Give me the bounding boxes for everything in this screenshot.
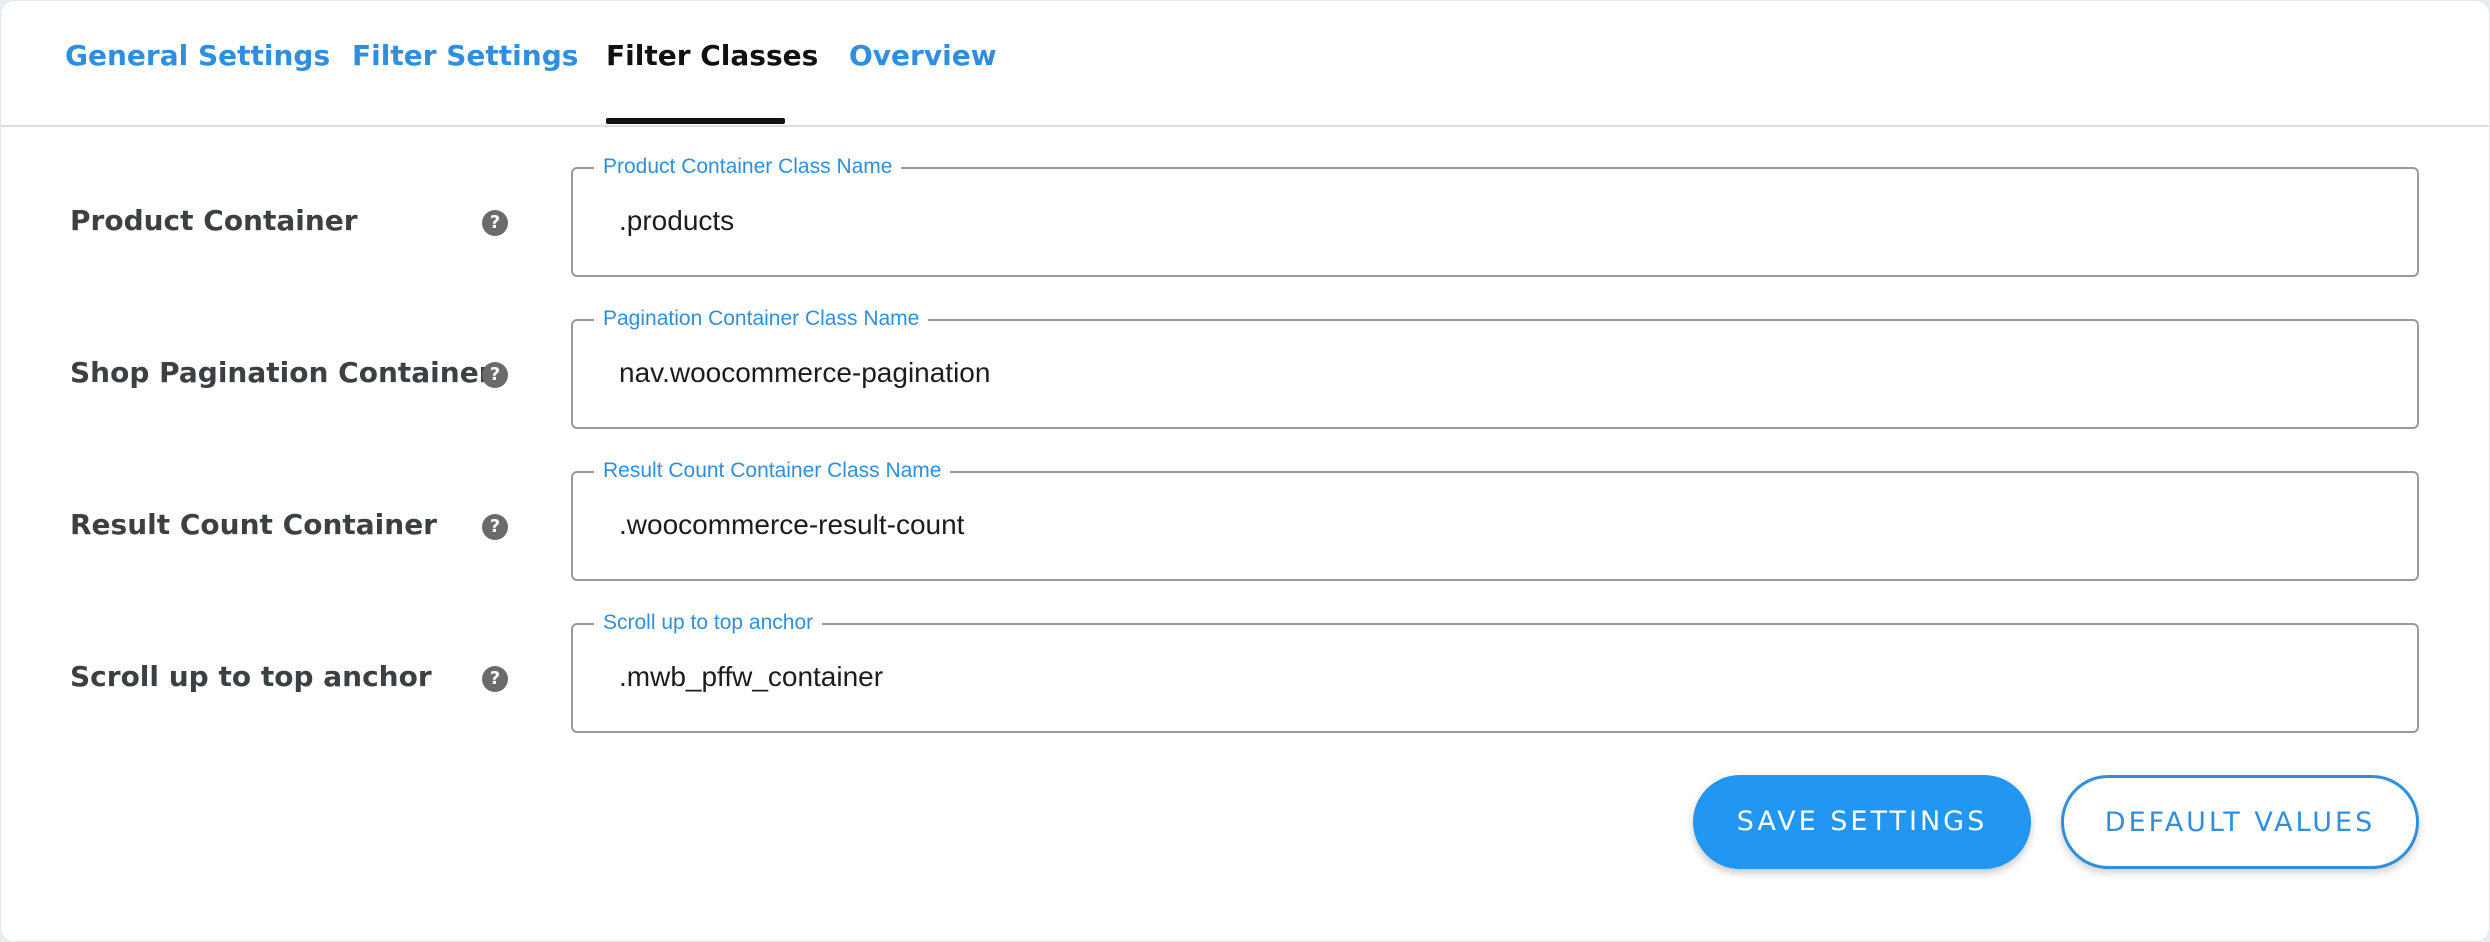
scroll-top-anchor-input[interactable] — [619, 655, 2379, 699]
tab-bar: General Settings Filter Settings Filter … — [1, 1, 2489, 127]
product-container-field: Product Container Class Name — [571, 153, 2419, 277]
help-icon[interactable]: ? — [482, 514, 508, 540]
settings-card: General Settings Filter Settings Filter … — [0, 0, 2490, 942]
field-legend: Pagination Container Class Name — [594, 305, 929, 333]
tab-overview[interactable]: Overview — [849, 39, 997, 79]
product-container-input[interactable] — [619, 199, 2379, 243]
tab-filter-settings[interactable]: Filter Settings — [352, 39, 578, 79]
tab-general-settings[interactable]: General Settings — [65, 39, 330, 79]
result-count-container-label: Result Count Container — [70, 508, 437, 541]
pagination-container-field: Pagination Container Class Name — [571, 305, 2419, 429]
field-legend: Scroll up to top anchor — [594, 609, 823, 637]
product-container-label: Product Container — [70, 204, 358, 237]
field-legend: Result Count Container Class Name — [594, 457, 951, 485]
result-count-container-field: Result Count Container Class Name — [571, 457, 2419, 581]
tab-filter-classes[interactable]: Filter Classes — [606, 39, 818, 79]
help-icon[interactable]: ? — [482, 666, 508, 692]
save-settings-button[interactable]: SAVE SETTINGS — [1693, 775, 2031, 869]
pagination-container-input[interactable] — [619, 351, 2379, 395]
field-legend: Product Container Class Name — [594, 153, 902, 181]
help-icon[interactable]: ? — [482, 362, 508, 388]
result-count-container-input[interactable] — [619, 503, 2379, 547]
active-tab-indicator — [606, 118, 785, 124]
help-icon[interactable]: ? — [482, 210, 508, 236]
scroll-top-anchor-field: Scroll up to top anchor — [571, 609, 2419, 733]
scroll-top-anchor-label: Scroll up to top anchor — [70, 660, 432, 693]
shop-pagination-container-label: Shop Pagination Container — [70, 356, 493, 389]
default-values-button[interactable]: DEFAULT VALUES — [2061, 775, 2419, 869]
